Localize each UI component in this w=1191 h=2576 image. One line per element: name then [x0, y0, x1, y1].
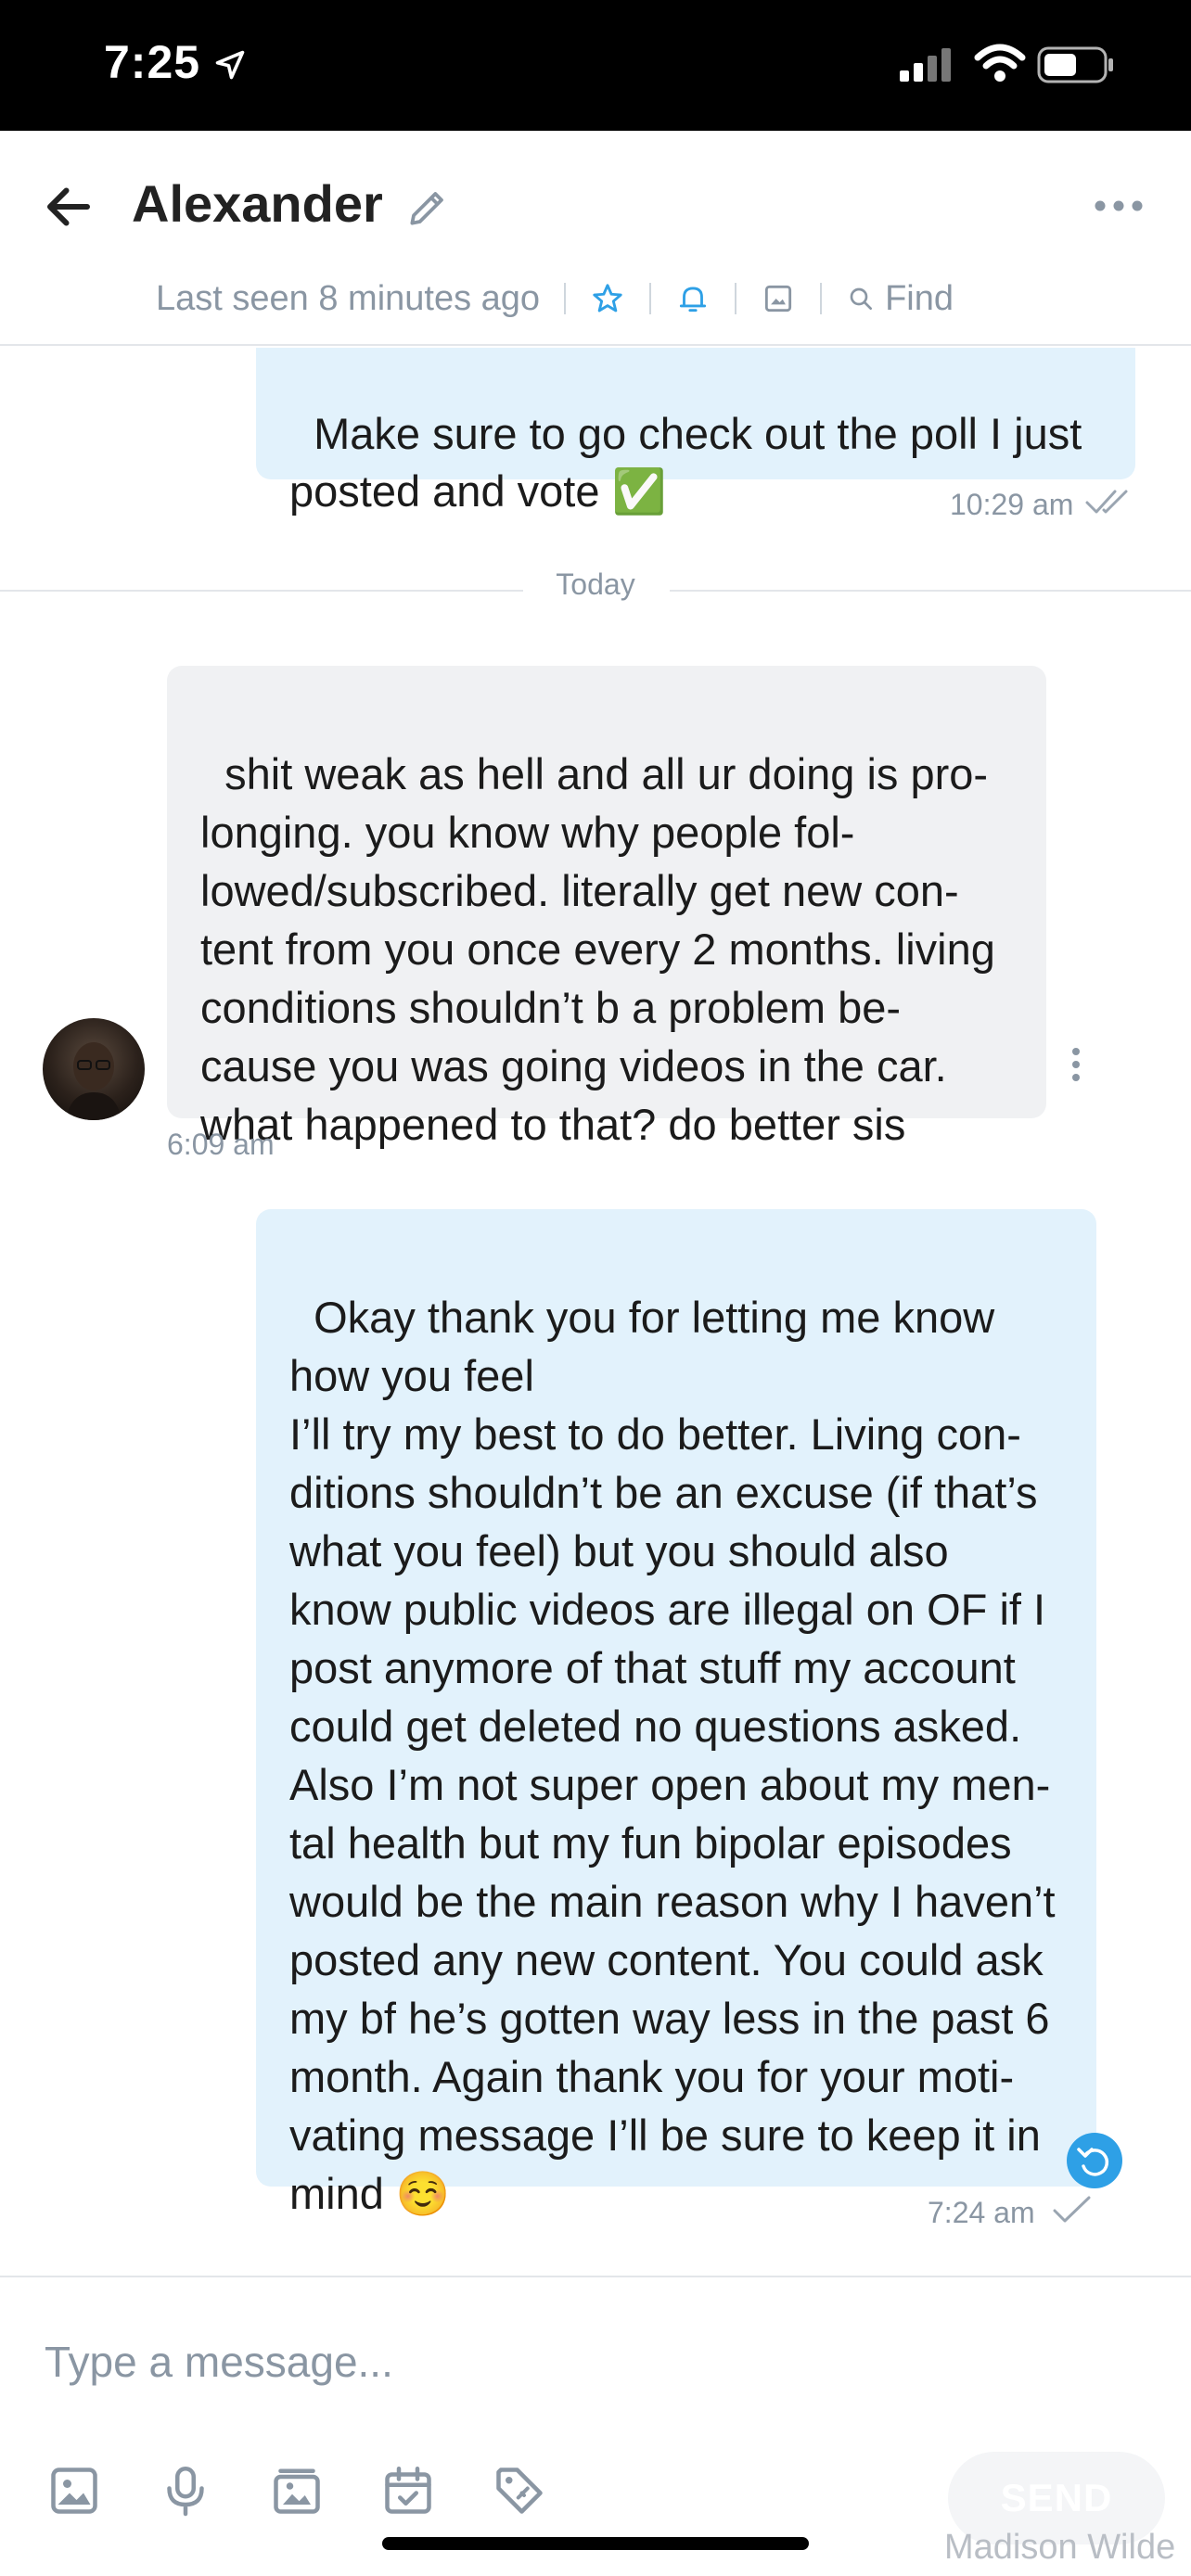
double-check-read-icon [1085, 490, 1128, 514]
message-time: 10:29 am [950, 488, 1074, 521]
incoming-message-bubble[interactable]: shit weak as hell and all ur doing is pr… [167, 666, 1046, 1149]
media-gallery-icon[interactable] [761, 281, 796, 316]
search-icon [850, 287, 873, 310]
battery-icon [1037, 46, 1113, 83]
microphone-icon[interactable] [158, 2463, 213, 2519]
undo-icon[interactable] [1067, 2133, 1122, 2188]
more-options-icon[interactable] [1091, 192, 1146, 220]
image-icon[interactable] [46, 2463, 102, 2519]
location-arrow-icon [215, 50, 245, 80]
bell-icon[interactable] [675, 281, 711, 316]
message-text: shit weak as hell and all ur doing is pr… [200, 749, 995, 1149]
divider-line-right [670, 590, 1191, 592]
date-divider-label: Today [556, 567, 635, 601]
message-text: Okay thank you for letting me know how y… [289, 1293, 1056, 2218]
divider [735, 283, 737, 314]
message-composer: SEND Madison Wilde [0, 2276, 1191, 2576]
find-label: Find [885, 278, 954, 318]
divider [649, 283, 652, 314]
calendar-icon[interactable] [380, 2463, 436, 2519]
cellular-signal-icon [900, 48, 951, 82]
message-time: 6:09 am [167, 1128, 275, 1161]
price-tag-icon[interactable] [492, 2463, 547, 2519]
date-divider: Today [0, 567, 1191, 614]
message-time: 7:24 am [928, 2196, 1035, 2229]
divider [820, 283, 823, 314]
star-icon[interactable] [590, 281, 625, 316]
edit-pencil-icon[interactable] [404, 185, 451, 231]
contact-meta-row: Last seen 8 minutes ago Find [156, 275, 954, 322]
chat-header: Alexander Last seen 8 minutes ago Find [0, 131, 1191, 346]
home-indicator[interactable] [382, 2537, 809, 2550]
message-options-icon[interactable] [1067, 1046, 1085, 1083]
divider [564, 283, 567, 314]
watermark: Madison Wilde [944, 2528, 1176, 2567]
outgoing-message-bubble[interactable]: Make sure to go check out the poll I jus… [256, 348, 1135, 516]
last-seen-status: Last seen 8 minutes ago [156, 278, 541, 318]
status-time: 7:25 [104, 36, 201, 88]
status-bar: 7:25 [0, 0, 1191, 131]
contact-name[interactable]: Alexander [132, 173, 383, 234]
wifi-icon [974, 44, 1026, 82]
single-check-sent-icon [1053, 2196, 1091, 2223]
media-vault-icon[interactable] [269, 2463, 325, 2519]
back-arrow-icon[interactable] [41, 179, 96, 235]
contact-avatar[interactable] [43, 1018, 145, 1120]
outgoing-message-bubble[interactable]: Okay thank you for letting me know how y… [256, 1209, 1096, 2218]
message-input[interactable] [45, 2329, 1139, 2394]
avatar-image [66, 1042, 122, 1120]
find-button[interactable]: Find [846, 279, 954, 319]
